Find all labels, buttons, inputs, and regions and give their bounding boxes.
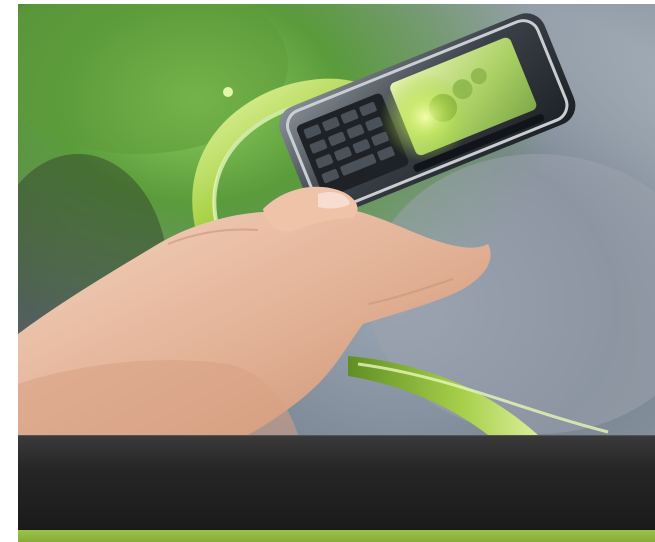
- dark-footer-band: [18, 435, 655, 531]
- green-accent-strip: [18, 530, 655, 542]
- sparkle: [223, 87, 233, 97]
- hero-illustration: [18, 4, 655, 435]
- banner-frame: [18, 4, 655, 542]
- hero-photo: [18, 4, 655, 435]
